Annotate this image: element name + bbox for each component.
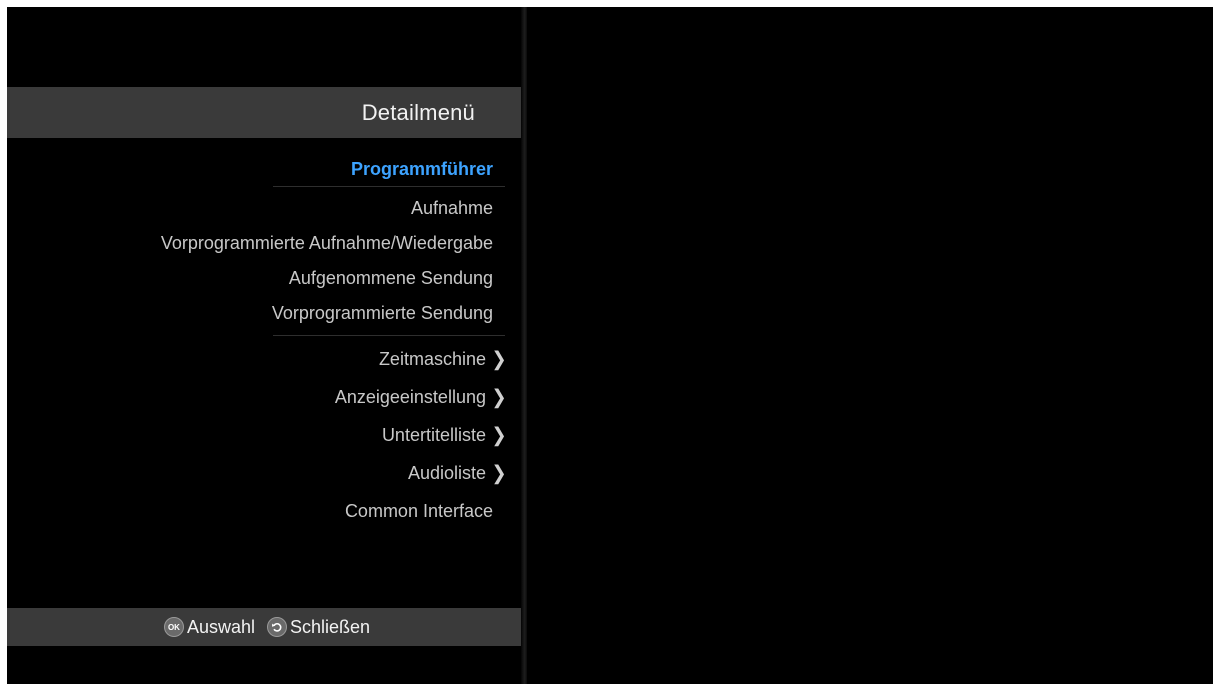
menu-item-label: Untertitelliste bbox=[381, 425, 486, 445]
menu-item-label: Zeitmaschine bbox=[378, 349, 486, 369]
back-arrow-icon bbox=[267, 617, 287, 637]
menu-item-label: Aufnahme bbox=[410, 198, 493, 218]
ok-button-icon: OK bbox=[163, 617, 184, 637]
chevron-right-icon: ❯ bbox=[491, 424, 507, 446]
chevron-right-icon: ❯ bbox=[491, 386, 507, 408]
chevron-right-icon: ❯ bbox=[491, 348, 507, 370]
menu-item-label: Anzeigeeinstellung bbox=[334, 387, 486, 407]
menu-item-audioliste[interactable]: Audioliste ❯ bbox=[408, 455, 507, 491]
back-hint-label: Schließen bbox=[290, 616, 371, 637]
menu-item-zeitmaschine[interactable]: Zeitmaschine ❯ bbox=[379, 341, 507, 377]
tv-screen: Detailmenü Programmführer Aufnahme Vorpr… bbox=[7, 7, 1213, 684]
menu-item-programmfuehrer[interactable]: Programmführer bbox=[351, 151, 493, 187]
menu-divider bbox=[273, 335, 505, 336]
menu-item-label: Aufgenommene Sendung bbox=[288, 268, 493, 288]
menu-item-label: Audioliste bbox=[407, 463, 486, 483]
footer-hint-bar: OK Auswahl Schließen bbox=[7, 608, 527, 646]
panel-header: Detailmenü bbox=[7, 87, 527, 138]
menu-item-aufgenommene-sendung[interactable]: Aufgenommene Sendung bbox=[289, 260, 493, 296]
back-close-hint[interactable]: Schließen bbox=[267, 617, 370, 638]
ok-hint-label: Auswahl bbox=[186, 616, 255, 637]
menu-item-label: Programmführer bbox=[350, 159, 493, 179]
panel-edge bbox=[521, 7, 527, 684]
detail-menu-panel: Detailmenü Programmführer Aufnahme Vorpr… bbox=[7, 7, 527, 684]
menu-item-vorprogrammierte-sendung[interactable]: Vorprogrammierte Sendung bbox=[272, 295, 493, 331]
menu-item-label: Vorprogrammierte Aufnahme/Wiedergabe bbox=[160, 233, 493, 253]
menu-item-aufnahme[interactable]: Aufnahme bbox=[411, 190, 493, 226]
menu-divider bbox=[273, 186, 505, 187]
menu-item-label: Vorprogrammierte Sendung bbox=[271, 303, 493, 323]
menu-item-common-interface[interactable]: Common Interface bbox=[345, 493, 493, 529]
menu-item-label: Common Interface bbox=[344, 501, 493, 521]
chevron-right-icon: ❯ bbox=[491, 462, 507, 484]
panel-title: Detailmenü bbox=[361, 100, 475, 125]
menu-item-untertitelliste[interactable]: Untertitelliste ❯ bbox=[382, 417, 507, 453]
ok-select-hint[interactable]: OK Auswahl bbox=[163, 616, 255, 638]
menu-item-vorprogrammierte-aufnahme-wiedergabe[interactable]: Vorprogrammierte Aufnahme/Wiedergabe bbox=[161, 225, 493, 261]
menu-item-anzeigeeinstellung[interactable]: Anzeigeeinstellung ❯ bbox=[335, 379, 507, 415]
